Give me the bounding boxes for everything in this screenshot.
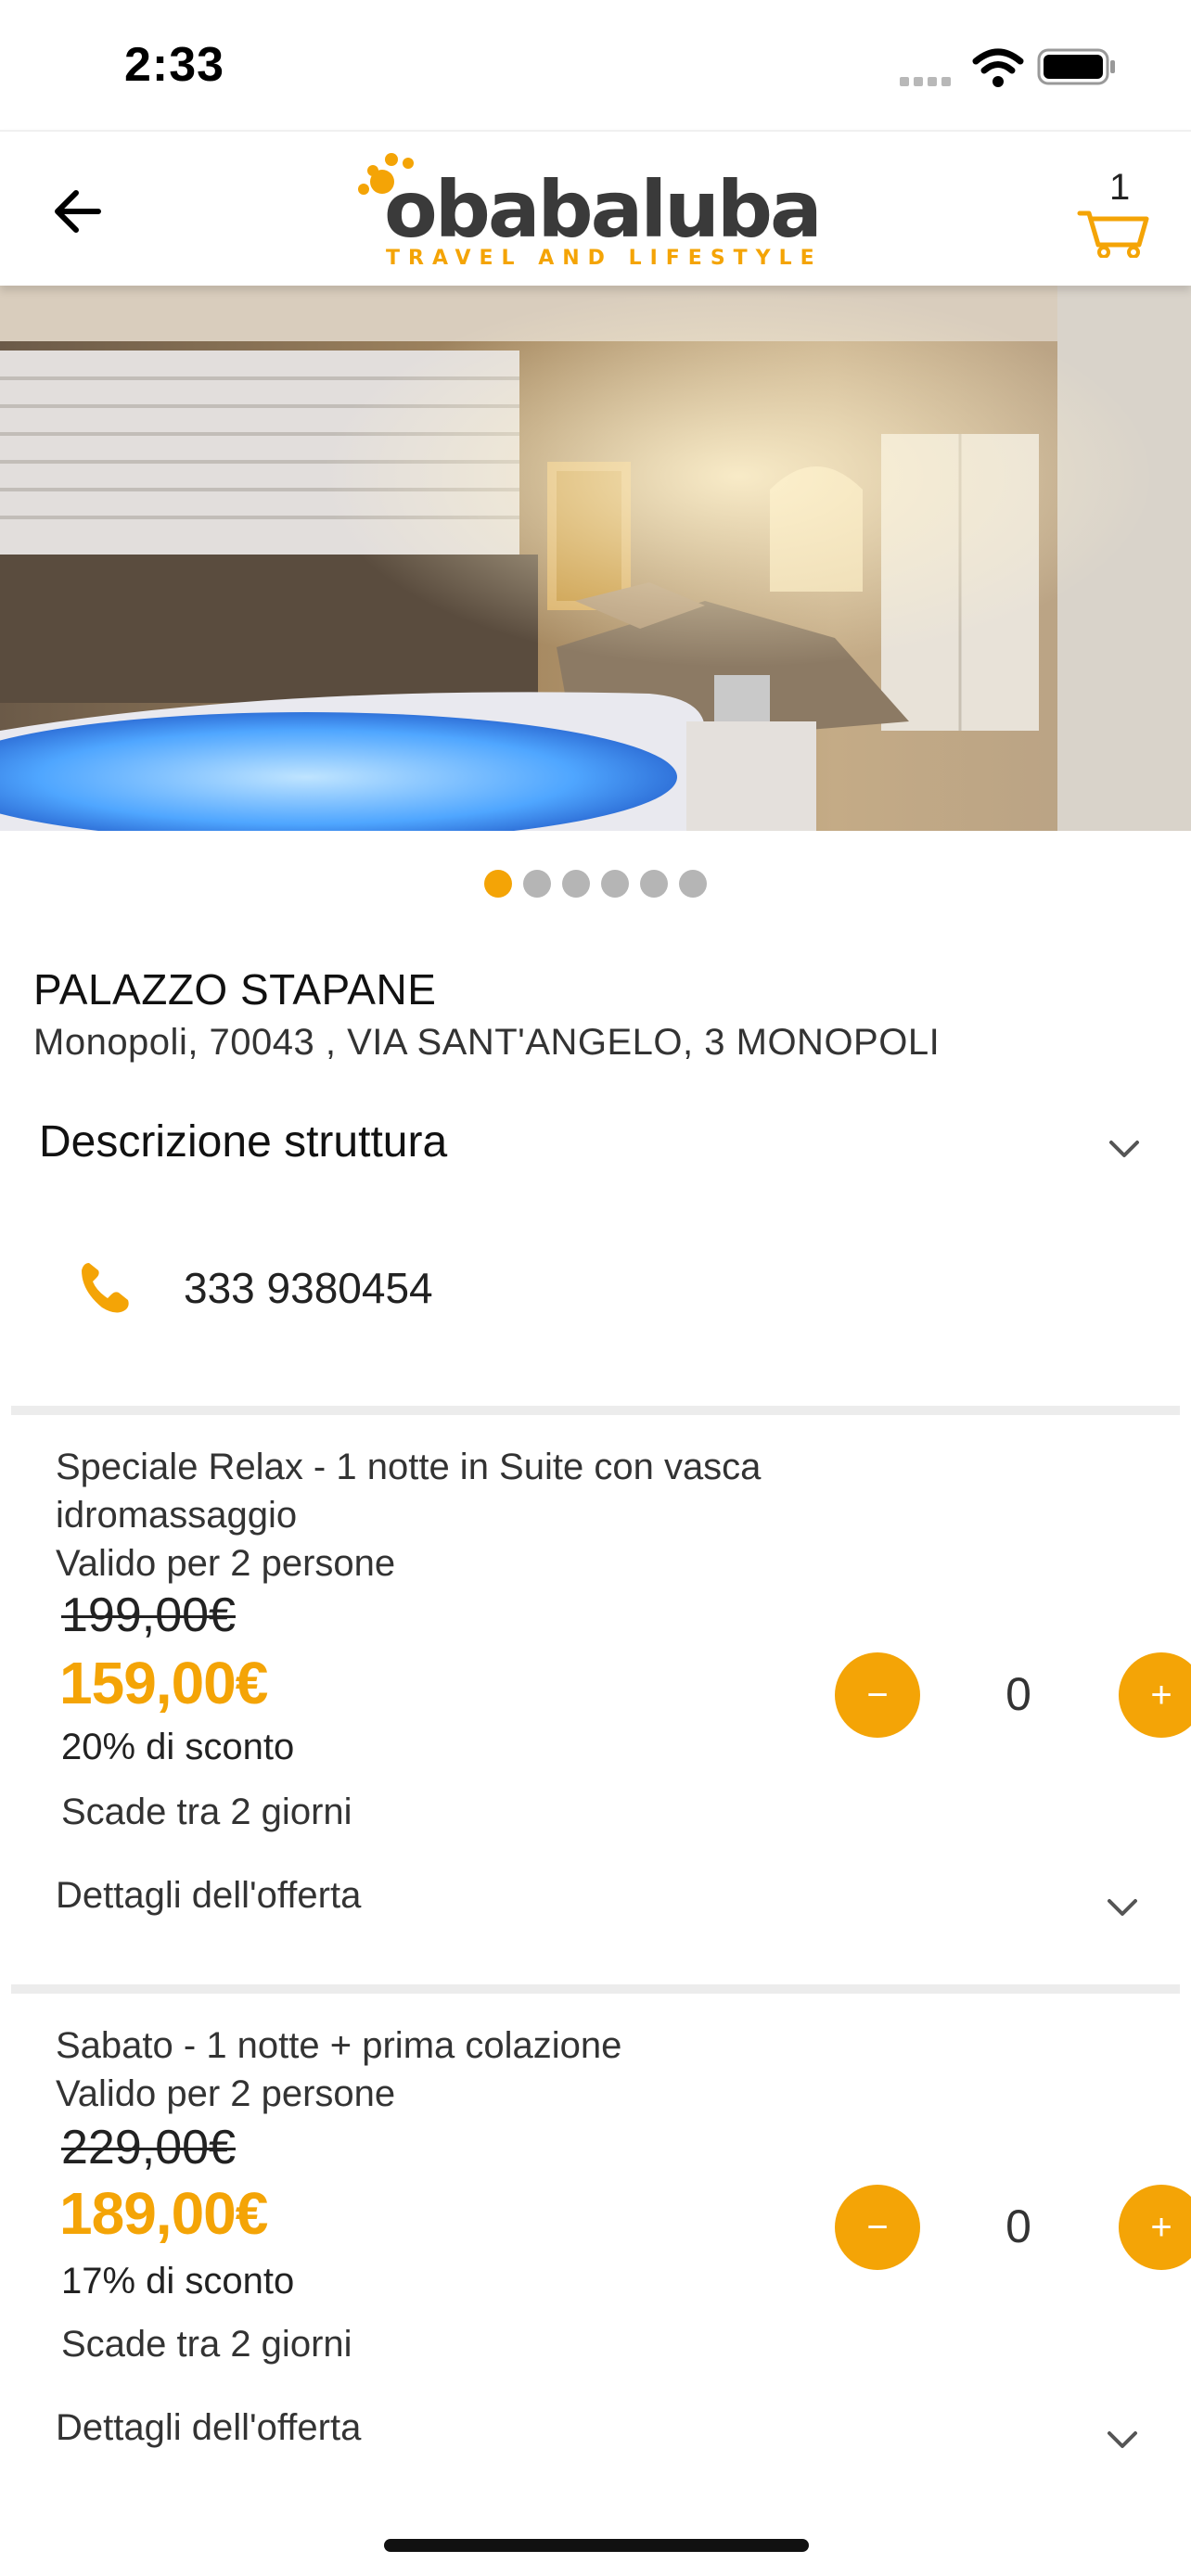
carousel-dot[interactable] (562, 870, 590, 898)
wifi-icon (972, 48, 1024, 87)
quantity-stepper: − 0 + (835, 1652, 1191, 1738)
offer-details-toggle[interactable]: Dettagli dell'offerta (56, 2407, 361, 2449)
quantity-value: 0 (1005, 1668, 1031, 1720)
decrease-button[interactable]: − (835, 2185, 920, 2270)
cart-count-badge: 1 (1109, 167, 1131, 208)
carousel-dot[interactable] (601, 870, 629, 898)
property-photo[interactable] (0, 286, 1191, 831)
carousel-dot[interactable] (679, 870, 707, 898)
phone-number[interactable]: 333 9380454 (184, 1263, 433, 1313)
app-header: obabaluba TRAVEL AND LIFESTYLE 1 (0, 130, 1191, 286)
section-divider (11, 1406, 1180, 1415)
expiry-label: Scade tra 2 giorni (61, 2324, 352, 2365)
carousel-indicator (0, 870, 1191, 898)
offer-card: Sabato - 1 notte + prima colazione Valid… (56, 2021, 1191, 2467)
old-price: 199,00€ (61, 1588, 236, 1642)
chevron-down-icon[interactable] (1106, 2429, 1139, 2452)
new-price: 159,00€ (59, 1650, 268, 1716)
offer-card: Speciale Relax - 1 notte in Suite con va… (56, 1443, 1191, 1962)
phone-icon (82, 1263, 129, 1313)
offer-name: Speciale Relax - 1 notte in Suite con va… (56, 1447, 762, 1536)
property-name: PALAZZO STAPANE (33, 965, 437, 1014)
increase-button[interactable]: + (1119, 2185, 1191, 2270)
discount-label: 17% di sconto (61, 2261, 295, 2302)
status-bar: 2:33 (0, 0, 1191, 130)
description-accordion[interactable]: Descrizione struttura (39, 1113, 1152, 1178)
increase-button[interactable]: + (1119, 1652, 1191, 1738)
svg-text:TRAVEL AND LIFESTYLE: TRAVEL AND LIFESTYLE (386, 247, 823, 269)
old-price: 229,00€ (61, 2121, 236, 2174)
carousel-dot[interactable] (640, 870, 668, 898)
back-arrow-icon[interactable] (48, 182, 108, 241)
home-indicator[interactable] (384, 2539, 809, 2552)
chevron-down-icon[interactable] (1108, 1139, 1141, 1161)
property-address: Monopoli, 70043 , VIA SANT'ANGELO, 3 MON… (33, 1022, 941, 1063)
battery-icon (1037, 48, 1115, 85)
discount-label: 20% di sconto (61, 1727, 295, 1767)
svg-text:obabaluba: obabaluba (384, 164, 820, 255)
obabaluba-logo[interactable]: obabaluba TRAVEL AND LIFESTYLE (354, 148, 837, 269)
carousel-dot[interactable] (523, 870, 551, 898)
quantity-value: 0 (1005, 2200, 1031, 2252)
cellular-signal-icon (900, 74, 955, 91)
phone-contact[interactable]: 333 9380454 (76, 1252, 818, 1326)
offer-name: Sabato - 1 notte + prima colazione (56, 2025, 622, 2066)
expiry-label: Scade tra 2 giorni (61, 1792, 352, 1832)
status-time: 2:33 (124, 38, 225, 92)
offer-validity: Valido per 2 persone (56, 1543, 396, 1584)
offer-validity: Valido per 2 persone (56, 2073, 396, 2114)
chevron-down-icon[interactable] (1106, 1897, 1139, 1919)
offer-details-toggle[interactable]: Dettagli dell'offerta (56, 1875, 361, 1917)
description-label: Descrizione struttura (39, 1117, 448, 1167)
carousel-dot[interactable] (484, 870, 512, 898)
section-divider (11, 1984, 1180, 1994)
quantity-stepper: − 0 + (835, 2185, 1191, 2270)
new-price: 189,00€ (59, 2180, 268, 2247)
decrease-button[interactable]: − (835, 1652, 920, 1738)
